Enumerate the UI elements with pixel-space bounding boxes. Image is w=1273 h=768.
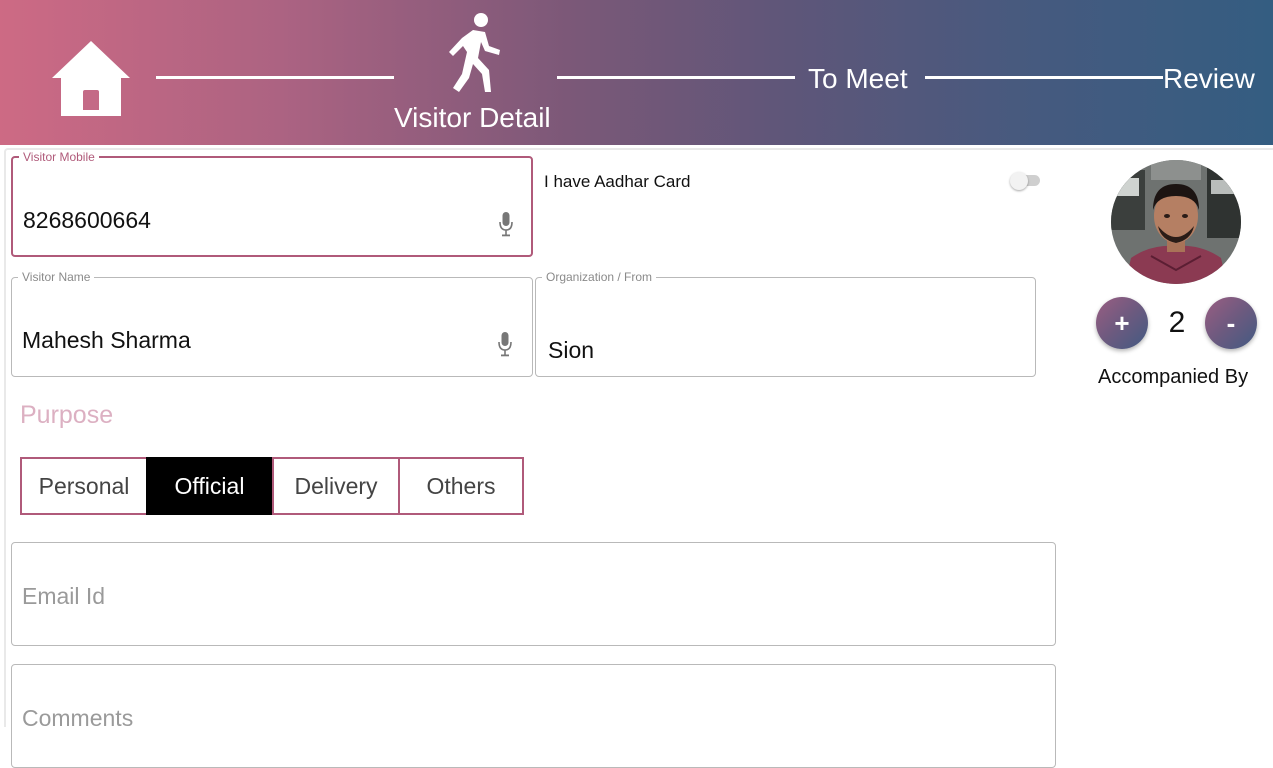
add-companion-button[interactable]: + bbox=[1096, 297, 1148, 349]
visitor-name-label: Visitor Name bbox=[22, 270, 91, 284]
purpose-official[interactable]: Official bbox=[146, 457, 273, 515]
companion-count: 2 bbox=[1168, 306, 1186, 339]
comments-field[interactable]: Comments bbox=[11, 664, 1056, 768]
organization-label: Organization / From bbox=[546, 270, 653, 284]
email-placeholder: Email Id bbox=[22, 583, 106, 609]
home-icon[interactable] bbox=[52, 40, 130, 118]
step-review[interactable]: Review bbox=[1163, 63, 1255, 95]
step-connector bbox=[925, 76, 1163, 79]
stepper-header: Visitor Detail To Meet Review bbox=[0, 0, 1273, 145]
comments-placeholder: Comments bbox=[22, 705, 134, 731]
visitor-mobile-label: Visitor Mobile bbox=[23, 150, 95, 164]
visitor-name-value[interactable]: Mahesh Sharma bbox=[22, 327, 191, 354]
mic-icon[interactable] bbox=[499, 211, 513, 237]
purpose-title: Purpose bbox=[20, 401, 114, 429]
aadhar-card-label: I have Aadhar Card bbox=[544, 172, 691, 191]
aadhar-card-toggle[interactable] bbox=[1010, 172, 1040, 190]
visitor-mobile-field[interactable]: Visitor Mobile 8268600664 bbox=[11, 151, 533, 257]
email-field[interactable]: Email Id bbox=[11, 542, 1056, 646]
purpose-others[interactable]: Others bbox=[398, 457, 524, 515]
organization-field[interactable]: Organization / From Sion bbox=[535, 271, 1036, 377]
accompanied-by-label: Accompanied By bbox=[1098, 366, 1249, 388]
step-visitor-detail[interactable]: Visitor Detail bbox=[394, 102, 551, 134]
purpose-personal[interactable]: Personal bbox=[20, 457, 148, 515]
organization-value[interactable]: Sion bbox=[548, 337, 594, 364]
toggle-knob bbox=[1010, 172, 1028, 190]
step-to-meet[interactable]: To Meet bbox=[808, 63, 908, 95]
mic-icon[interactable] bbox=[498, 331, 512, 357]
purpose-delivery[interactable]: Delivery bbox=[272, 457, 400, 515]
visitor-mobile-value[interactable]: 8268600664 bbox=[23, 207, 151, 234]
visitor-photo-avatar[interactable] bbox=[1111, 160, 1241, 284]
visitor-name-field[interactable]: Visitor Name Mahesh Sharma bbox=[11, 271, 533, 377]
walking-person-icon bbox=[449, 13, 500, 92]
step-connector bbox=[156, 76, 394, 79]
step-connector bbox=[557, 76, 795, 79]
remove-companion-button[interactable]: - bbox=[1205, 297, 1257, 349]
